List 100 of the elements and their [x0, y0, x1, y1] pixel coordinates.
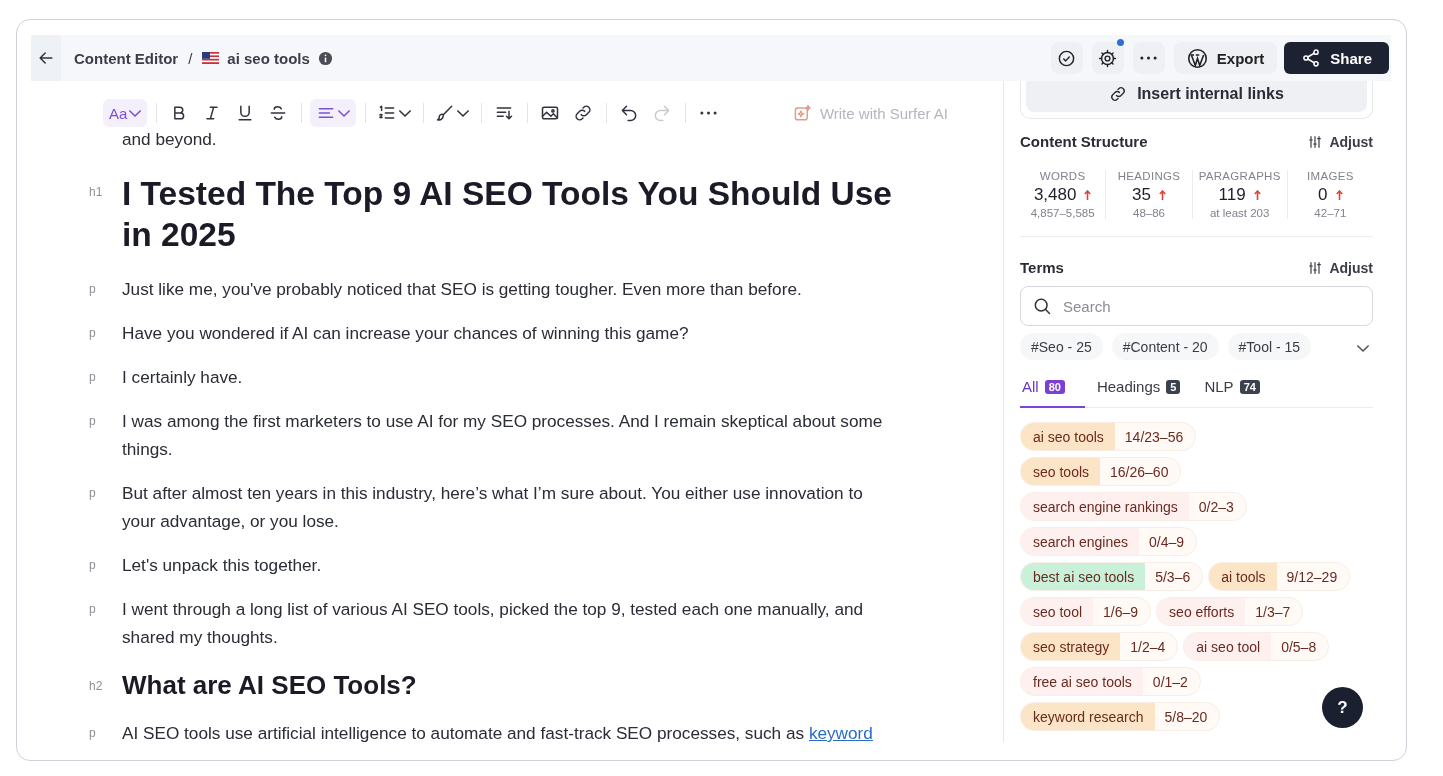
- block-type-label: h1: [89, 184, 104, 201]
- search-icon: [1032, 296, 1052, 316]
- block-type-label: p: [89, 485, 97, 502]
- paragraph: I certainly have.: [122, 366, 243, 389]
- block-type-label: h2: [89, 678, 104, 695]
- paragraph: AI SEO tools use artificial intelligence to automate and fast-track SEO processes, such as keyword: [122, 722, 873, 742]
- check-circle-icon: [1057, 48, 1077, 68]
- paragraph: Let's unpack this together.: [122, 554, 322, 577]
- article-title: I Tested The Top 9 AI SEO Tools You Should Use in 2025: [122, 174, 893, 255]
- term-chip[interactable]: keyword research 5/8–20: [1020, 702, 1221, 731]
- sparkle-icon: [792, 103, 812, 123]
- breadcrumb-separator: /: [188, 49, 193, 67]
- adjust-button[interactable]: Adjust: [1307, 133, 1373, 150]
- term-chip[interactable]: best ai seo tools 5/3–6: [1020, 562, 1204, 591]
- term-count: 1/2–4: [1129, 637, 1167, 657]
- settings-button[interactable]: [1091, 42, 1124, 74]
- terms-tab[interactable]: Headings 5: [1084, 372, 1193, 408]
- chevron-down-icon: [1357, 344, 1369, 352]
- more-icon: [699, 111, 717, 115]
- term-count: 5/8–20: [1163, 707, 1209, 727]
- term-count: 14/23–56: [1123, 427, 1185, 447]
- stat-label: IMAGES: [1307, 170, 1354, 182]
- term-count: 0/1–2: [1151, 672, 1189, 692]
- term-chip[interactable]: ai tools 9/12–29: [1208, 562, 1351, 591]
- share-icon: [1301, 48, 1322, 68]
- term-chip[interactable]: seo efforts 1/3–7: [1156, 597, 1304, 626]
- link-icon: [573, 103, 594, 123]
- stat-value: 119: [1218, 185, 1246, 205]
- settings-icon: [1098, 48, 1118, 68]
- term-count: 1/3–7: [1254, 602, 1292, 622]
- topic-filter-chip[interactable]: #Tool - 15: [1227, 333, 1312, 360]
- breadcrumb-link[interactable]: Content Editor: [74, 49, 179, 67]
- topic-filter-chip[interactable]: #Content - 20: [1111, 333, 1219, 360]
- stat-range: 4,857–5,585: [1030, 207, 1095, 219]
- terms-tab[interactable]: NLP 74: [1192, 372, 1272, 408]
- flag-icon: [202, 52, 220, 64]
- terms-tab[interactable]: All 80: [1020, 372, 1085, 408]
- section-title: Terms: [1020, 259, 1064, 276]
- term-chip[interactable]: seo tool 1/6–9: [1020, 597, 1152, 626]
- term-label: seo strategy: [1021, 633, 1121, 660]
- back-button[interactable]: [31, 35, 61, 81]
- term-chip[interactable]: ai seo tool 0/5–8: [1183, 632, 1330, 661]
- block-type-label: p: [89, 725, 97, 742]
- term-count: 1/6–9: [1102, 602, 1140, 622]
- share-button[interactable]: Share: [1284, 42, 1389, 74]
- caret-icon: [129, 109, 142, 117]
- count-badge: 5: [1166, 379, 1181, 394]
- more-icon: [1140, 56, 1158, 60]
- document-title: ai seo tools: [227, 49, 310, 67]
- block-type-label: p: [89, 557, 97, 574]
- textstyle-button[interactable]: Aa: [103, 99, 148, 127]
- term-label: ai tools: [1209, 563, 1277, 590]
- caret-icon: [399, 109, 412, 117]
- caret-icon: [457, 109, 470, 117]
- term-label: seo efforts: [1157, 598, 1246, 625]
- paragraph: I went through a long list of various AI SEO tools, picked the top 9, tested each one manually, and shared my thoughts.: [122, 598, 865, 649]
- info-icon[interactable]: [317, 50, 333, 66]
- stat-value: 35: [1132, 185, 1151, 205]
- stat-range: 42–71: [1314, 207, 1347, 219]
- term-label: ai seo tools: [1021, 423, 1115, 450]
- term-label: seo tools: [1021, 458, 1101, 485]
- term-count: 0/2–3: [1197, 497, 1235, 517]
- help-button[interactable]: ?: [1322, 687, 1363, 728]
- link-icon: [1109, 84, 1128, 103]
- stat-label: HEADINGS: [1117, 170, 1181, 182]
- paragraph: and beyond.: [122, 133, 217, 151]
- term-label: free ai seo tools: [1021, 668, 1143, 695]
- term-label: search engine rankings: [1021, 493, 1189, 520]
- adjust-button[interactable]: Adjust: [1307, 259, 1373, 276]
- stat-label: WORDS: [1039, 170, 1086, 182]
- align-button[interactable]: [310, 99, 357, 127]
- term-chip[interactable]: free ai seo tools 0/1–2: [1020, 667, 1201, 696]
- term-chip[interactable]: seo strategy 1/2–4: [1020, 632, 1179, 661]
- term-chip[interactable]: search engine rankings 0/2–3: [1020, 492, 1247, 521]
- paragraph: I was among the first marketers to use AI for my SEO processes. And I remain skeptical about some things.: [122, 410, 884, 461]
- export-button[interactable]: Export: [1173, 42, 1278, 74]
- section-title: Content Structure: [1020, 133, 1148, 150]
- block-type-label: p: [89, 413, 97, 430]
- stat-range: 48–86: [1133, 207, 1165, 219]
- check-button[interactable]: [1050, 42, 1083, 74]
- term-label: seo tool: [1021, 598, 1094, 625]
- search-field[interactable]: Search: [1020, 286, 1373, 326]
- block-type-label: p: [89, 325, 97, 342]
- term-label: search engines: [1021, 528, 1139, 555]
- section-heading: What are AI SEO Tools?: [122, 669, 417, 702]
- wordpress-icon: [1186, 47, 1208, 69]
- block-type-label: p: [89, 281, 97, 298]
- term-label: ai seo tool: [1184, 633, 1272, 660]
- topic-filter-chip[interactable]: #Seo - 25: [1020, 333, 1103, 360]
- stat-label: PARAGRAPHS: [1198, 170, 1281, 182]
- keyword-link[interactable]: keyword: [808, 723, 873, 742]
- term-chip[interactable]: seo tools 16/26–60: [1020, 457, 1182, 486]
- paragraph: Have you wondered if AI can increase your chances of winning this game?: [122, 322, 689, 345]
- term-chip[interactable]: search engines 0/4–9: [1020, 527, 1197, 556]
- image-icon: [540, 103, 561, 123]
- paragraph: But after almost ten years in this industry, here’s what I’m sure about. You either use innovation to your advantage, or you lose.: [122, 482, 864, 533]
- insert-links-button[interactable]: Insert internal links: [1026, 81, 1367, 112]
- stat-value: 0: [1318, 185, 1328, 205]
- stat-value: 3,480: [1033, 185, 1077, 205]
- term-chip[interactable]: ai seo tools 14/23–56: [1020, 422, 1197, 451]
